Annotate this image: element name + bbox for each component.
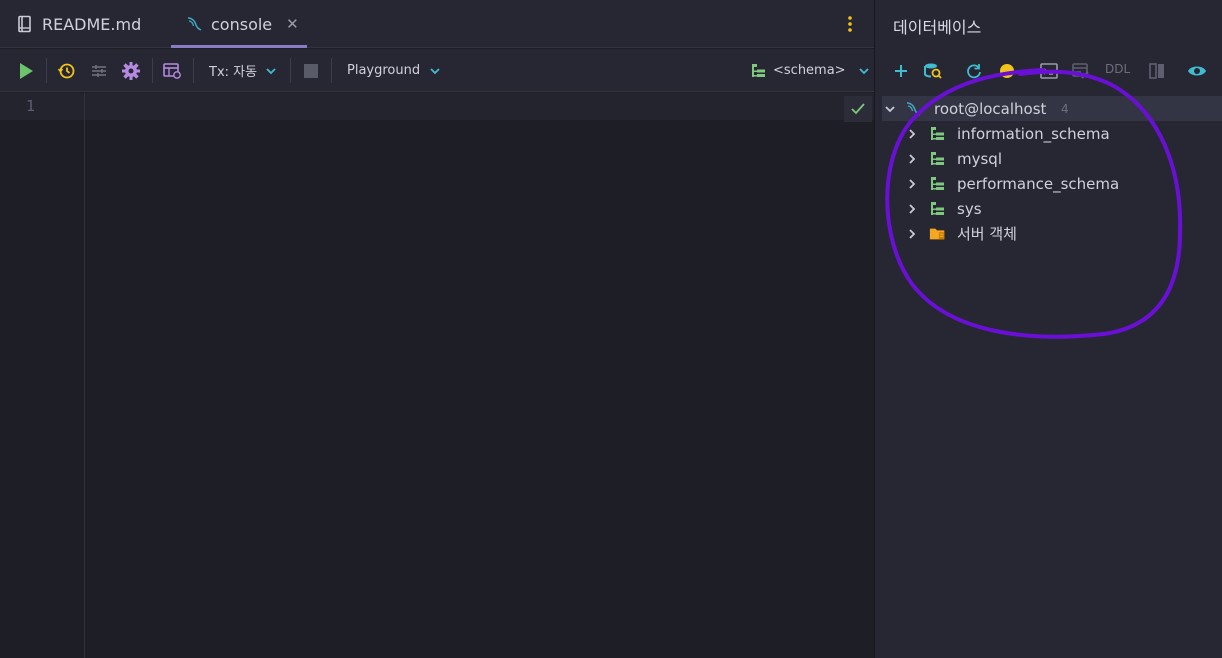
toolbar-divider [331,58,332,83]
eye-icon[interactable] [1186,60,1208,82]
tree-item-label: mysql [957,149,1002,168]
refresh-icon[interactable] [963,60,985,82]
tab-readme[interactable]: README.md [16,0,141,48]
close-icon[interactable]: ✕ [286,15,299,33]
chevron-right-icon[interactable] [905,202,919,216]
tab-console[interactable]: console ✕ [171,0,307,48]
stop-icon [304,63,318,78]
chevron-right-icon[interactable] [905,127,919,141]
tree-item-label: sys [957,199,982,218]
editor-pane: README.md console ✕ Tx: 자동 Playground <s… [0,0,874,658]
compare-icon[interactable] [1146,60,1168,82]
folder-icon [929,225,947,243]
tree-item-root-label: root@localhost [934,99,1047,118]
chevron-right-icon[interactable] [905,227,919,241]
add-icon[interactable] [890,60,912,82]
console-icon[interactable] [1038,60,1060,82]
playground-dropdown[interactable]: Playground [347,49,441,92]
line-number: 1 [26,97,36,115]
database-pane-title: 데이터베이스 [893,18,982,37]
history-button[interactable] [56,49,76,92]
database-toolbar: DDL [875,49,1222,92]
check-icon[interactable] [844,96,872,122]
tree-item-root[interactable]: root@localhost 4 [882,96,1222,121]
mysql-dolphin-icon [904,100,922,118]
schema-selector[interactable]: <schema> [751,49,870,92]
more-vertical-icon[interactable] [840,12,860,36]
history-icon [57,63,75,78]
toolbar-divider [152,58,153,83]
chevron-right-icon[interactable] [905,177,919,191]
toolbar-divider [46,58,47,83]
mysql-dolphin-icon [185,15,203,33]
tree-item-sys[interactable]: sys [875,196,1222,221]
schema-icon [929,150,947,168]
tree-item-performance-schema[interactable]: performance_schema [875,171,1222,196]
tx-mode-dropdown[interactable]: Tx: 자동 [209,49,277,92]
table-view-icon [163,62,181,79]
sliders-icon [92,64,106,77]
tree-item-information-schema[interactable]: information_schema [875,121,1222,146]
tab-console-label: console [211,14,273,34]
settings-sliders-button[interactable] [89,49,109,92]
book-icon [16,15,34,33]
schema-icon [929,175,947,193]
tx-mode-label: Tx: 자동 [209,65,258,80]
schema-icon [929,200,947,218]
edit-table-icon[interactable] [1070,60,1092,82]
editor-tab-bar: README.md console ✕ [0,0,874,48]
play-icon [20,62,33,79]
tree-item-server-objects[interactable]: 서버 객체 [875,221,1222,246]
playground-label: Playground [347,63,421,78]
gear-icon [122,61,140,80]
toolbar-divider [193,58,194,83]
toolbar-divider [290,58,291,83]
schema-label: <schema> [773,63,846,78]
chevron-down-icon[interactable] [883,102,897,116]
database-search-icon[interactable] [922,60,944,82]
tree-item-label: performance_schema [957,174,1120,193]
schema-icon [752,63,765,77]
schema-icon [929,125,947,143]
stop-button[interactable] [303,49,319,92]
chevron-down-icon [430,67,440,74]
run-button[interactable] [16,49,36,92]
current-line-highlight [0,93,874,120]
editor-toolbar: Tx: 자동 Playground <schema> [0,49,874,92]
tree-item-mysql[interactable]: mysql [875,146,1222,171]
gear-button[interactable] [121,49,141,92]
tab-readme-label: README.md [42,14,142,34]
active-tab-indicator [171,45,307,48]
chevron-down-icon [858,67,869,74]
tree-item-root-count: 4 [1061,101,1069,116]
chevron-down-icon [266,67,276,74]
database-pane: 데이터베이스 DDL root@localhost 4 information_… [874,0,1222,658]
tree-item-label: 서버 객체 [957,225,1017,243]
ddl-button[interactable]: DDL [1105,62,1130,76]
line-number-gutter [0,93,85,658]
chevron-right-icon[interactable] [905,152,919,166]
table-view-button[interactable] [162,49,182,92]
session-icon[interactable] [996,60,1018,82]
tree-item-label: information_schema [957,124,1110,143]
